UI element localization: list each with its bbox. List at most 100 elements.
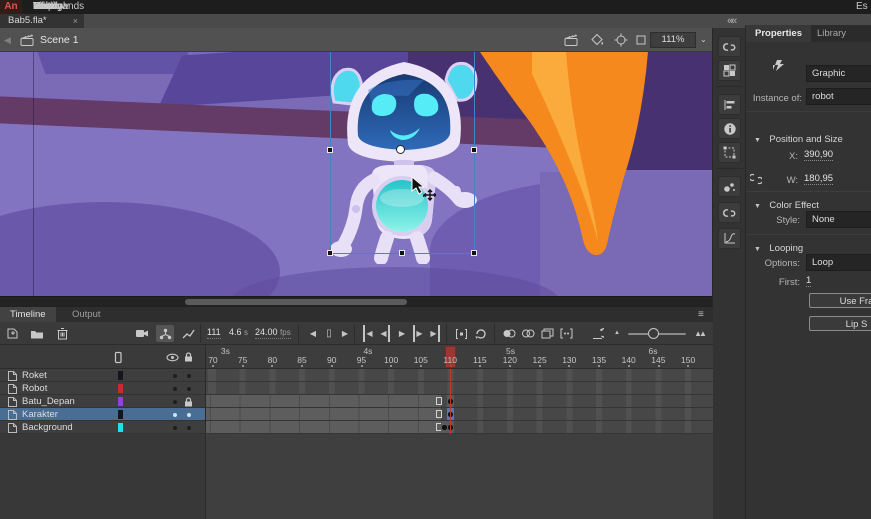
- zoom-chevron-icon[interactable]: ⌄: [700, 36, 708, 44]
- layer-row-background[interactable]: Background: [0, 421, 205, 434]
- document-tab[interactable]: Bab5.fla* ×: [0, 14, 84, 28]
- layer-outline-swatch[interactable]: [118, 384, 123, 393]
- frame-span[interactable]: [206, 421, 442, 433]
- step-forward-button[interactable]: ▶: [336, 325, 354, 342]
- layer-visibility-dot[interactable]: [173, 400, 177, 404]
- transform-point[interactable]: [396, 145, 405, 154]
- lip-syncing-button[interactable]: Lip S: [809, 316, 871, 331]
- app-logo-icon[interactable]: An: [0, 0, 22, 14]
- layer-name[interactable]: Batu_Depan: [22, 396, 75, 407]
- menu-item-help[interactable]: Help: [24, 0, 63, 14]
- brush-particles-icon[interactable]: [718, 176, 741, 197]
- selection-handle[interactable]: [471, 147, 477, 153]
- position-size-section-header[interactable]: ▼ Position and Size: [754, 129, 843, 147]
- frame-span[interactable]: [206, 395, 442, 407]
- loop-select[interactable]: Loop: [806, 254, 871, 271]
- layer-visibility-dot[interactable]: [173, 374, 177, 378]
- reset-timeline-zoom-button[interactable]: [588, 325, 606, 342]
- frame-row-roket[interactable]: [206, 369, 713, 382]
- layer-outline-swatch[interactable]: [118, 371, 123, 380]
- use-frame-picker-button[interactable]: Use Fra: [809, 293, 871, 308]
- layer-lock-dot[interactable]: [187, 426, 191, 430]
- zoom-out-frames-icon[interactable]: ▲: [608, 325, 626, 342]
- edit-symbols-icon[interactable]: [564, 33, 580, 47]
- center-frame-button[interactable]: [452, 325, 470, 342]
- step-fwd-one-button[interactable]: ▶: [413, 325, 422, 342]
- swatches-icon[interactable]: [718, 60, 741, 81]
- layer-row-karakter[interactable]: Karakter: [0, 408, 205, 421]
- timeline-ruler[interactable]: 3s4s5s6s70758085909510010511011512012513…: [205, 345, 713, 369]
- frame-size-slider-knob[interactable]: [648, 328, 659, 339]
- color-palette-icon[interactable]: [718, 36, 741, 57]
- frame-row-robot[interactable]: [206, 382, 713, 395]
- go-first-frame-button[interactable]: ◀: [363, 325, 372, 342]
- center-stage-icon[interactable]: [614, 33, 630, 47]
- step-back-one-button[interactable]: ◀: [380, 325, 389, 342]
- selection-handle[interactable]: [471, 250, 477, 256]
- paint-bucket-icon[interactable]: [590, 33, 606, 47]
- new-folder-button[interactable]: [28, 325, 46, 342]
- new-layer-button[interactable]: [3, 325, 21, 342]
- creative-cloud-icon[interactable]: [718, 202, 741, 223]
- selection-handle[interactable]: [327, 250, 333, 256]
- zoom-in-frames-icon[interactable]: ▲▲: [690, 325, 708, 342]
- delete-layer-button[interactable]: [53, 325, 71, 342]
- clip-content-icon[interactable]: [634, 33, 650, 47]
- stage-canvas[interactable]: [0, 52, 712, 296]
- style-select[interactable]: None: [806, 211, 871, 228]
- layer-lock-dot[interactable]: [187, 413, 191, 417]
- layer-name[interactable]: Roket: [22, 370, 47, 381]
- layer-depth-button[interactable]: [179, 325, 197, 342]
- layer-visibility-dot[interactable]: [173, 413, 177, 417]
- stage-hscrollbar-thumb[interactable]: [185, 299, 407, 305]
- stage-hscrollbar[interactable]: [0, 296, 712, 306]
- selection-handle[interactable]: [399, 250, 405, 256]
- frame-span[interactable]: [206, 408, 442, 420]
- layer-lock-dot[interactable]: [187, 387, 191, 391]
- frame-row-background[interactable]: [206, 421, 713, 434]
- frames-grid[interactable]: [205, 369, 713, 434]
- frame-rate-value[interactable]: 24.00 fps: [255, 327, 291, 339]
- layer-row-roket[interactable]: Roket: [0, 369, 205, 382]
- playhead-line[interactable]: [450, 369, 452, 434]
- selection-handle[interactable]: [327, 147, 333, 153]
- layer-name[interactable]: Karakter: [22, 409, 58, 420]
- symbol-type-select[interactable]: Graphic: [806, 65, 871, 82]
- first-frame-value[interactable]: 1: [806, 275, 811, 287]
- x-value[interactable]: 390,90: [804, 149, 833, 161]
- layer-name[interactable]: Background: [22, 422, 73, 433]
- frame-row-batu_depan[interactable]: [206, 395, 713, 408]
- onion-outline-button[interactable]: [519, 325, 537, 342]
- layer-outline-swatch[interactable]: [118, 423, 123, 432]
- workspace-button[interactable]: Es: [856, 0, 871, 14]
- looping-section-header[interactable]: ▼ Looping: [754, 238, 803, 256]
- edit-multiple-frames-button[interactable]: [538, 325, 556, 342]
- tab-output[interactable]: Output: [62, 307, 111, 322]
- layer-lock-dot[interactable]: [187, 374, 191, 378]
- layer-outline-swatch[interactable]: [118, 397, 123, 406]
- tab-library[interactable]: Library: [808, 25, 855, 42]
- layer-visibility-dot[interactable]: [173, 426, 177, 430]
- layer-row-robot[interactable]: Robot: [0, 382, 205, 395]
- frame-row-karakter[interactable]: [206, 408, 713, 421]
- zoom-level-select[interactable]: 111%: [650, 32, 696, 48]
- camera-button[interactable]: [133, 325, 151, 342]
- tab-timeline[interactable]: Timeline: [0, 307, 56, 322]
- tab-close-icon[interactable]: ×: [73, 14, 78, 28]
- scene-back-icon[interactable]: ◀: [4, 34, 11, 46]
- layer-parenting-button[interactable]: [156, 325, 174, 342]
- layer-outline-swatch[interactable]: [118, 410, 123, 419]
- w-value[interactable]: 180,95: [804, 173, 833, 185]
- info-icon[interactable]: [718, 118, 741, 139]
- loop-playback-button[interactable]: [472, 325, 490, 342]
- align-icon[interactable]: [718, 94, 741, 115]
- onion-skin-button[interactable]: [500, 325, 518, 342]
- motion-graph-icon[interactable]: [718, 228, 741, 249]
- instance-name-field[interactable]: robot: [806, 88, 871, 105]
- go-last-frame-button[interactable]: ▶: [430, 325, 439, 342]
- layer-visibility-dot[interactable]: [173, 387, 177, 391]
- layer-row-batu_depan[interactable]: Batu_Depan: [0, 395, 205, 408]
- panel-menu-icon[interactable]: ≡: [698, 310, 704, 320]
- transform-icon[interactable]: [718, 142, 741, 163]
- scene-name[interactable]: Scene 1: [40, 33, 79, 47]
